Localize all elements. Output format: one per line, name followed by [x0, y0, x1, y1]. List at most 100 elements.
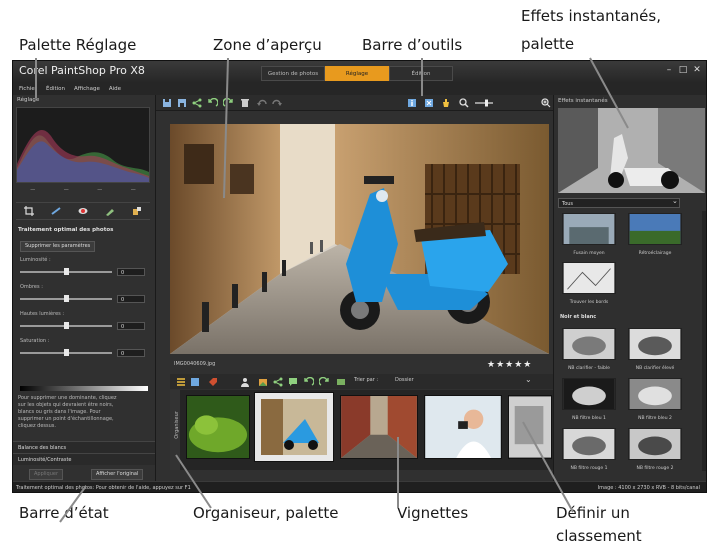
slider-thumb[interactable] — [64, 349, 70, 356]
redo-icon[interactable] — [272, 98, 282, 108]
chevron-down-icon[interactable]: ⌄ — [672, 197, 678, 205]
adjust-palette-title: Réglage — [17, 97, 40, 103]
instant-effects-palette: Effets instantanés Tous ⌄ Fusain moyen R… — [553, 95, 706, 481]
effect-tile[interactable]: Rétroéclairage — [628, 213, 682, 256]
effect-caption: NB filtre bleu 1 — [572, 416, 606, 421]
rotate-right-organizer-icon[interactable] — [319, 377, 329, 387]
menu-bar: Fichier Édition Affichage Aide — [13, 83, 706, 95]
thumbnail-view-icon[interactable] — [190, 377, 200, 387]
histogram-label: — — [30, 187, 36, 193]
minimize-icon[interactable]: – — [663, 64, 675, 76]
effect-tile[interactable]: NB filtre rouge 2 — [628, 428, 682, 471]
apply-button[interactable]: Appliquer — [29, 469, 64, 480]
pan-icon[interactable] — [441, 98, 451, 108]
retouch-icon[interactable] — [105, 206, 115, 216]
brightness-slider[interactable] — [20, 268, 112, 275]
slider-thumb[interactable] — [64, 268, 70, 275]
chevron-down-icon[interactable]: ⌄ — [525, 375, 532, 384]
rotate-left-organizer-icon[interactable] — [304, 377, 314, 387]
shadows-slider[interactable] — [20, 295, 112, 302]
show-original-button[interactable]: Afficher l'original — [91, 469, 144, 480]
effect-tile[interactable]: NB filtre bleu 2 — [628, 378, 682, 421]
slider-thumb[interactable] — [64, 295, 70, 302]
effect-tile[interactable]: NB filtre bleu 1 — [562, 378, 616, 421]
comment-icon[interactable] — [288, 377, 298, 387]
toolbar — [156, 95, 553, 111]
info-icon[interactable] — [407, 98, 417, 108]
app-window: Corel PaintShop Pro X8 Gestion de photos… — [12, 60, 707, 493]
straighten-icon[interactable] — [51, 206, 61, 216]
saturation-label: Saturation : — [20, 338, 50, 344]
app-title: Corel PaintShop Pro X8 — [19, 64, 145, 77]
organizer-side-tab[interactable]: Organiseur — [170, 390, 180, 470]
adjust-organizer-icon[interactable] — [336, 377, 346, 387]
tab-edit[interactable]: Édition — [389, 66, 453, 81]
organizer-toolbar: Trier par : Dossier ⌄ — [170, 374, 553, 389]
preview-image[interactable] — [170, 124, 549, 354]
thumbnail-street[interactable] — [340, 395, 418, 459]
save-icon[interactable] — [162, 98, 172, 108]
effect-tile[interactable]: NB clarifier élevé — [628, 328, 682, 371]
saturation-slider[interactable] — [20, 349, 112, 356]
title-bar: Corel PaintShop Pro X8 Gestion de photos… — [13, 61, 706, 83]
zoom-icon[interactable] — [459, 98, 469, 108]
list-view-icon[interactable] — [176, 377, 186, 387]
callout-barre-outils: Barre d’outils — [362, 36, 463, 54]
white-balance-section[interactable]: Balance des blancs — [13, 441, 155, 453]
effect-tile[interactable]: Trouver les bords — [562, 262, 616, 305]
black-white-gradient[interactable] — [20, 386, 148, 391]
undo-icon[interactable] — [257, 98, 267, 108]
brightness-contrast-section[interactable]: Luminosité/Contraste — [13, 453, 155, 465]
delete-icon[interactable] — [240, 98, 250, 108]
callout-organiseur: Organiseur, palette — [193, 504, 339, 522]
person-icon[interactable] — [240, 377, 250, 387]
shadows-value[interactable]: 0 — [117, 295, 145, 303]
tab-adjust[interactable]: Réglage — [325, 66, 389, 81]
share-organizer-icon[interactable] — [273, 377, 283, 387]
thumbnail-scooter-selected[interactable] — [254, 392, 334, 462]
thumbnail-photographer[interactable] — [424, 395, 502, 459]
effect-caption: NB filtre bleu 2 — [638, 416, 672, 421]
share-icon[interactable] — [192, 98, 202, 108]
tag-icon[interactable] — [208, 377, 218, 387]
saturation-value[interactable]: 0 — [117, 349, 145, 357]
crop-icon[interactable] — [24, 206, 35, 216]
photo-filename: IMG0040609.jpg — [174, 361, 216, 367]
zoom-slider-icon[interactable] — [475, 98, 493, 108]
menu-help[interactable]: Aide — [109, 83, 121, 95]
red-eye-icon[interactable] — [78, 206, 88, 216]
close-icon[interactable]: ✕ — [691, 64, 703, 76]
clone-icon[interactable] — [132, 206, 142, 216]
highlights-value[interactable]: 0 — [117, 322, 145, 330]
zoom-in-icon[interactable] — [541, 98, 551, 108]
thumbnail-moss[interactable] — [186, 395, 250, 459]
instant-effects-title: Effets instantanés — [558, 98, 608, 104]
maximize-icon[interactable]: □ — [677, 64, 689, 76]
rotate-right-icon[interactable] — [223, 98, 233, 108]
suppress-settings-button[interactable]: Supprimer les paramètres — [20, 241, 96, 252]
effect-tile[interactable]: NB clarifier - faible — [562, 328, 616, 371]
rating-stars[interactable]: ★★★★★ — [487, 360, 532, 370]
effects-scrollbar[interactable] — [702, 211, 706, 471]
brightness-value[interactable]: 0 — [117, 268, 145, 276]
effect-tile[interactable]: NB filtre rouge 1 — [562, 428, 616, 471]
effect-tile[interactable]: Fusain moyen — [562, 213, 616, 256]
effect-caption: NB clarifier - faible — [568, 366, 610, 371]
sort-dropdown[interactable]: Dossier — [395, 377, 414, 383]
callout-vignettes: Vignettes — [397, 504, 469, 522]
tab-manage[interactable]: Gestion de photos — [261, 66, 325, 81]
rotate-left-icon[interactable] — [208, 98, 218, 108]
map-icon[interactable] — [258, 377, 268, 387]
save-as-icon[interactable] — [177, 98, 187, 108]
menu-view[interactable]: Affichage — [74, 83, 100, 95]
effect-caption: NB filtre rouge 2 — [636, 466, 674, 471]
menu-edit[interactable]: Édition — [46, 83, 65, 95]
adjust-tool-row — [16, 202, 150, 220]
organizer-palette: Organiseur — [170, 390, 553, 470]
fit-icon[interactable] — [424, 98, 434, 108]
highlights-slider[interactable] — [20, 322, 112, 329]
menu-file[interactable]: Fichier — [19, 83, 37, 95]
thumbnail-partial[interactable] — [508, 395, 552, 459]
effect-category-dropdown[interactable]: Tous — [558, 198, 680, 208]
slider-thumb[interactable] — [64, 322, 70, 329]
